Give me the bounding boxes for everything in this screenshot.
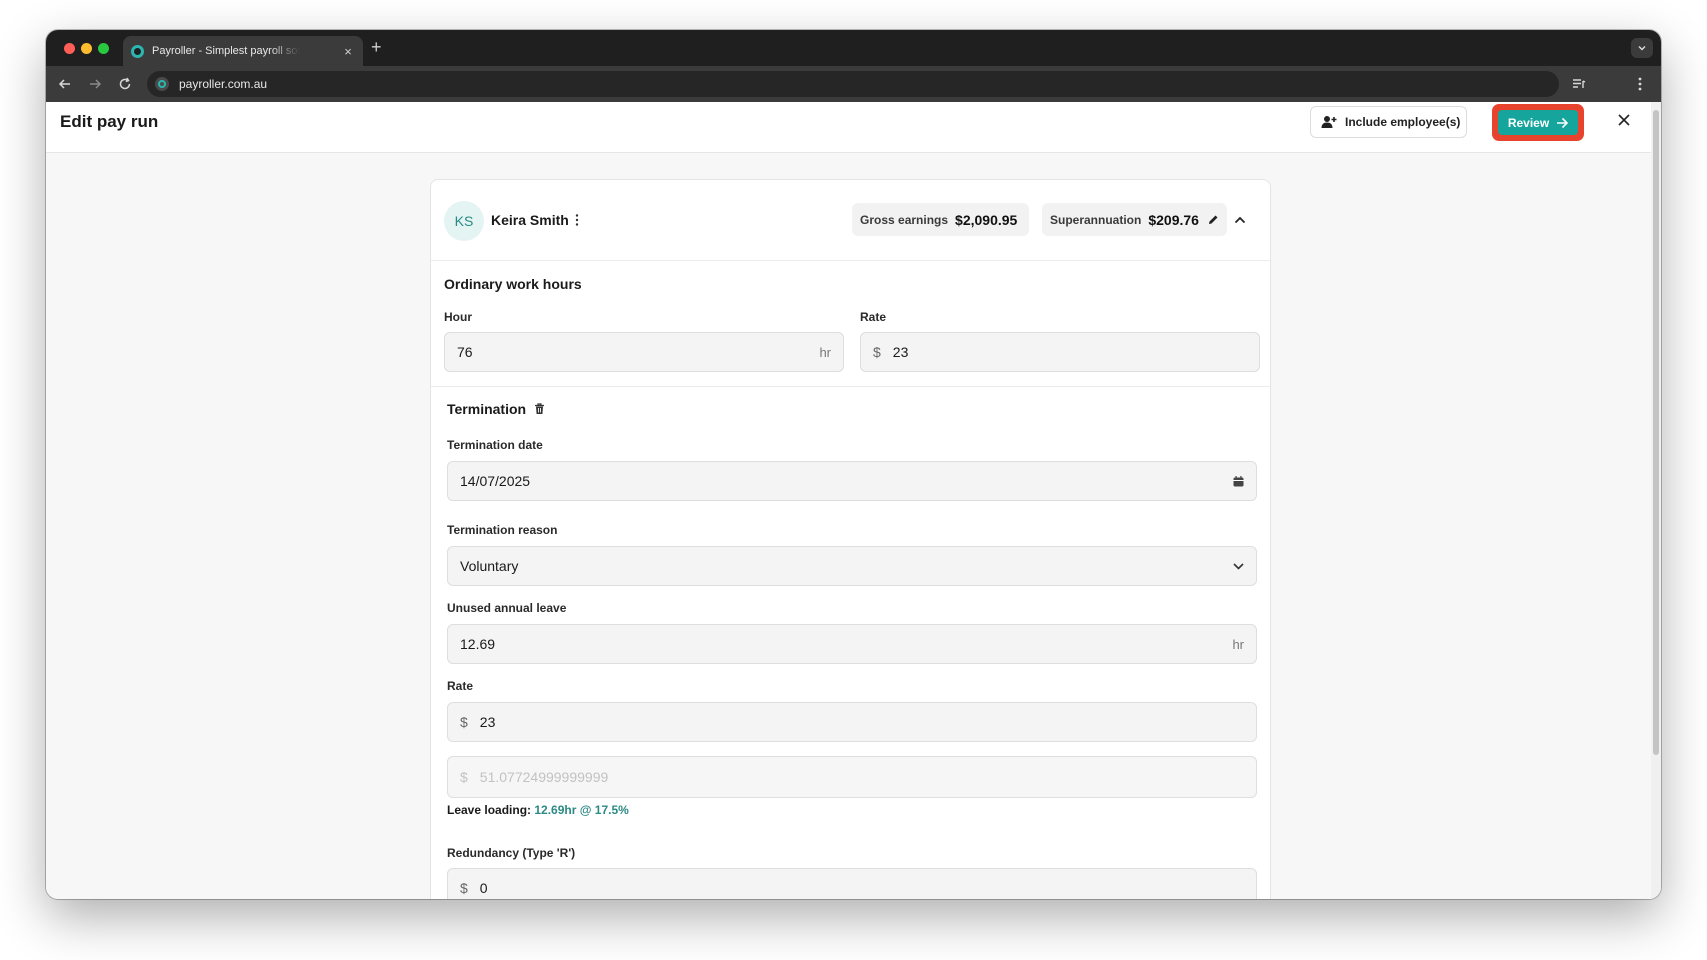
hour-label: Hour — [444, 310, 472, 324]
termination-reason-label: Termination reason — [447, 523, 558, 537]
rate-currency: $ — [873, 344, 881, 360]
site-info-icon[interactable] — [155, 77, 169, 91]
browser-menu-button[interactable] — [1631, 75, 1649, 93]
edit-superannuation-button[interactable] — [1207, 213, 1219, 227]
section-divider — [431, 386, 1270, 387]
termination-reason-value: Voluntary — [460, 558, 519, 574]
leave-rate-currency: $ — [460, 714, 468, 730]
page-header: Edit pay run Include employee(s) Review — [46, 102, 1661, 153]
address-bar[interactable]: payroller.com.au — [147, 71, 1559, 97]
leave-rate-label: Rate — [447, 679, 474, 693]
chevron-down-icon — [1233, 562, 1244, 570]
media-queue-icon — [1573, 79, 1586, 88]
termination-date-label: Termination date — [447, 438, 543, 452]
back-button[interactable] — [56, 75, 74, 93]
ordinary-hours-title: Ordinary work hours — [444, 276, 582, 292]
unused-leave-label: Unused annual leave — [447, 601, 567, 615]
redundancy-currency: $ — [460, 880, 468, 896]
superannuation-value: $209.76 — [1148, 211, 1199, 228]
new-tab-button[interactable]: + — [371, 37, 382, 58]
gross-earnings-value: $2,090.95 — [955, 211, 1018, 228]
rate-input[interactable]: $ 23 — [860, 332, 1260, 372]
arrow-left-icon — [58, 79, 70, 89]
employee-summary-row: KS Keira Smith Gross earnings $2,090.95 … — [431, 180, 1270, 261]
gross-earnings-label: Gross earnings — [860, 212, 949, 227]
hour-input[interactable]: 76 hr — [444, 332, 844, 372]
review-button[interactable]: Review — [1498, 110, 1578, 135]
leave-rate-input[interactable]: $ 23 — [447, 702, 1257, 742]
page-content: Edit pay run Include employee(s) Review — [46, 102, 1661, 899]
calendar-icon — [1233, 475, 1244, 486]
collapse-employee-button[interactable] — [1231, 211, 1249, 229]
payroller-favicon-icon — [131, 44, 144, 58]
arrow-right-icon — [90, 79, 102, 89]
review-label: Review — [1507, 115, 1550, 130]
rate-label: Rate — [860, 310, 887, 324]
redundancy-input[interactable]: $ 0 — [447, 868, 1257, 899]
superannuation-label: Superannuation — [1050, 212, 1142, 227]
more-vertical-icon — [575, 214, 579, 226]
avatar: KS — [444, 201, 484, 241]
termination-title: Termination — [447, 401, 527, 417]
superannuation-badge: Superannuation $209.76 — [1042, 203, 1227, 236]
unused-leave-unit: hr — [1232, 636, 1244, 652]
page-title: Edit pay run — [60, 112, 159, 131]
leave-loading-value: 51.07724999999999 — [479, 769, 609, 785]
forward-button[interactable] — [86, 75, 104, 93]
termination-date-input[interactable]: 14/07/2025 — [447, 461, 1257, 501]
leave-rate-value: 23 — [479, 714, 496, 730]
arrow-right-icon — [1557, 117, 1569, 128]
redundancy-label: Redundancy (Type 'R') — [447, 846, 576, 860]
hour-unit: hr — [819, 344, 831, 360]
media-controls-button[interactable] — [1570, 75, 1588, 93]
include-employees-label: Include employee(s) — [1345, 115, 1461, 129]
leave-loading-hint-value: 12.69hr @ 17.5% — [534, 803, 629, 817]
employee-options-button[interactable] — [571, 211, 583, 229]
leave-loading-currency: $ — [460, 769, 468, 785]
minimize-window-button[interactable] — [81, 43, 92, 54]
hour-value: 76 — [457, 344, 473, 360]
gross-earnings-badge: Gross earnings $2,090.95 — [852, 203, 1029, 236]
close-pay-run-button[interactable] — [1615, 111, 1633, 129]
termination-header: Termination — [447, 401, 545, 417]
reason-dropdown-toggle[interactable] — [1233, 562, 1244, 570]
unused-leave-input[interactable]: 12.69 hr — [447, 624, 1257, 664]
browser-toolbar: payroller.com.au — [46, 66, 1661, 102]
reload-icon — [119, 77, 131, 90]
close-icon — [1618, 114, 1630, 126]
pencil-icon — [1208, 215, 1218, 224]
termination-date-value: 14/07/2025 — [460, 473, 531, 489]
scrollbar-thumb[interactable] — [1653, 110, 1659, 755]
employee-name: Keira Smith — [491, 212, 569, 228]
close-window-button[interactable] — [64, 43, 75, 54]
unused-leave-value: 12.69 — [460, 636, 496, 652]
tab-search-button[interactable] — [1631, 38, 1653, 58]
calendar-button[interactable] — [1233, 475, 1244, 487]
delete-termination-button[interactable] — [534, 403, 545, 415]
reload-button[interactable] — [116, 75, 134, 93]
redundancy-value: 0 — [479, 880, 488, 896]
page-scrollbar[interactable] — [1651, 102, 1661, 899]
leave-loading-hint: Leave loading: 12.69hr @ 17.5% — [447, 803, 629, 817]
url-text: payroller.com.au — [179, 77, 268, 91]
leave-loading-hint-label: Leave loading: — [447, 803, 532, 817]
maximize-window-button[interactable] — [98, 43, 109, 54]
more-vertical-icon — [1638, 77, 1642, 91]
trash-icon — [535, 403, 545, 414]
tab-close-icon[interactable]: × — [341, 44, 355, 59]
chevron-up-icon — [1234, 216, 1246, 224]
browser-window: Payroller - Simplest payroll software × … — [46, 30, 1661, 899]
browser-tab[interactable]: Payroller - Simplest payroll software × — [123, 36, 363, 66]
rate-value: 23 — [892, 344, 909, 360]
include-employees-button[interactable]: Include employee(s) — [1310, 106, 1467, 138]
tab-title: Payroller - Simplest payroll software — [152, 45, 300, 57]
chevron-down-icon — [1638, 45, 1646, 51]
add-user-icon — [1321, 116, 1337, 128]
leave-loading-input: $ 51.07724999999999 — [447, 756, 1257, 798]
tab-strip: Payroller - Simplest payroll software × … — [46, 30, 1661, 66]
employee-pay-card: KS Keira Smith Gross earnings $2,090.95 … — [430, 179, 1271, 899]
termination-reason-select[interactable]: Voluntary — [447, 546, 1257, 586]
